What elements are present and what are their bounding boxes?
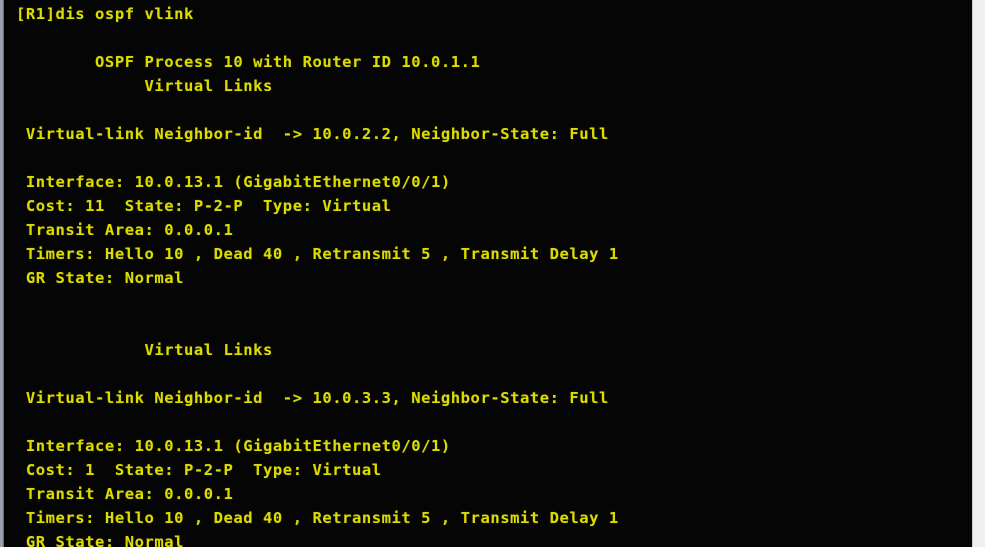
terminal-line-timers-2: Timers: Hello 10 , Dead 40 , Retransmit … bbox=[16, 509, 619, 527]
terminal-line-neighbor-2: Virtual-link Neighbor-id -> 10.0.3.3, Ne… bbox=[16, 389, 609, 407]
terminal-line-process-header: OSPF Process 10 with Router ID 10.0.1.1 bbox=[16, 53, 481, 71]
terminal-line-gr-state-1: GR State: Normal bbox=[16, 269, 184, 287]
terminal-line-transit-area-1: Transit Area: 0.0.0.1 bbox=[16, 221, 234, 239]
terminal-line-gr-state-2: GR State: Normal bbox=[16, 533, 184, 547]
terminal-line-transit-area-2: Transit Area: 0.0.0.1 bbox=[16, 485, 234, 503]
terminal-line-neighbor-1: Virtual-link Neighbor-id -> 10.0.2.2, Ne… bbox=[16, 125, 609, 143]
window-right-pane bbox=[972, 0, 985, 547]
terminal-line-cost-2: Cost: 1 State: P-2-P Type: Virtual bbox=[16, 461, 382, 479]
terminal-output-area[interactable]: [R1]dis ospf vlink OSPF Process 10 with … bbox=[4, 0, 972, 547]
terminal-line-interface-1: Interface: 10.0.13.1 (GigabitEthernet0/0… bbox=[16, 173, 451, 191]
terminal-line-command: [R1]dis ospf vlink bbox=[16, 5, 194, 23]
terminal-line-section-title-1: Virtual Links bbox=[16, 77, 273, 95]
terminal-line-cost-1: Cost: 11 State: P-2-P Type: Virtual bbox=[16, 197, 392, 215]
terminal-line-interface-2: Interface: 10.0.13.1 (GigabitEthernet0/0… bbox=[16, 437, 451, 455]
terminal-console[interactable]: [R1]dis ospf vlink OSPF Process 10 with … bbox=[4, 0, 972, 547]
terminal-line-section-title-2: Virtual Links bbox=[16, 341, 273, 359]
terminal-line-timers-1: Timers: Hello 10 , Dead 40 , Retransmit … bbox=[16, 245, 619, 263]
terminal-window: [R1]dis ospf vlink OSPF Process 10 with … bbox=[0, 0, 985, 547]
